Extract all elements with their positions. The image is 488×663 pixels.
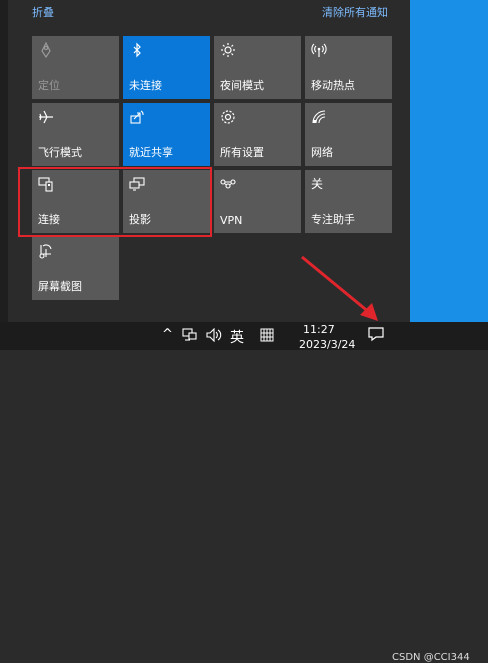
tile-bluetooth[interactable]: 未连接 <box>123 36 210 99</box>
clock-time[interactable]: 11:27 <box>303 323 335 336</box>
tile-night-light[interactable]: 夜间模式 <box>214 36 301 99</box>
network-icon <box>311 109 327 125</box>
taskbar: ^ 英 11:27 2023/3/24 CSDN @CCI344 <box>0 322 488 663</box>
tile-label: 就近共享 <box>129 146 173 159</box>
tile-vpn[interactable]: VPN <box>214 170 301 233</box>
tile-focus-assist[interactable]: 关 专注助手 <box>305 170 392 233</box>
clock-date[interactable]: 2023/3/24 <box>299 338 355 351</box>
location-icon <box>38 42 54 58</box>
tile-location[interactable]: 定位 <box>32 36 119 99</box>
tile-label: 所有设置 <box>220 146 264 159</box>
highlight-annotation-box <box>18 167 212 237</box>
bluetooth-icon <box>129 42 145 58</box>
ime-language-button[interactable]: 英 <box>230 327 244 347</box>
nearby-share-icon <box>129 109 145 125</box>
vpn-icon <box>220 176 236 192</box>
tile-mobile-hotspot[interactable]: 移动热点 <box>305 36 392 99</box>
tile-nearby-sharing[interactable]: 就近共享 <box>123 103 210 166</box>
tile-label: 屏幕截图 <box>38 280 82 293</box>
tile-label: VPN <box>220 214 243 227</box>
network-tray-icon[interactable] <box>182 328 198 342</box>
watermark-text: CSDN @CCI344 <box>392 652 470 663</box>
volume-tray-icon[interactable] <box>206 328 222 342</box>
tile-label: 网络 <box>311 146 333 159</box>
show-hidden-icons-button[interactable]: ^ <box>162 327 173 342</box>
action-center-panel: 折叠 清除所有通知 定位 未连接 夜间模式 移动热点 飞行模式 就近共享 所有设… <box>0 0 410 322</box>
tile-label: 未连接 <box>129 79 162 92</box>
tile-airplane-mode[interactable]: 飞行模式 <box>32 103 119 166</box>
clear-all-notifications-link[interactable]: 清除所有通知 <box>322 4 388 20</box>
tile-all-settings[interactable]: 所有设置 <box>214 103 301 166</box>
notification-center-icon[interactable] <box>368 326 384 342</box>
airplane-icon <box>38 109 54 125</box>
annotation-arrow-icon <box>301 255 378 321</box>
ime-mode-icon[interactable] <box>260 328 274 342</box>
tile-network[interactable]: 网络 <box>305 103 392 166</box>
tile-label: 夜间模式 <box>220 79 264 92</box>
tile-label: 专注助手 <box>311 213 355 226</box>
focus-assist-icon: 关 <box>311 177 324 191</box>
tile-screen-snip[interactable]: 屏幕截图 <box>32 237 119 300</box>
tile-label: 飞行模式 <box>38 146 82 159</box>
desktop-background <box>410 0 488 322</box>
tile-label: 定位 <box>38 79 60 92</box>
panel-edge <box>0 0 8 322</box>
screen-snip-icon <box>38 243 54 259</box>
brightness-icon <box>220 42 236 58</box>
collapse-link[interactable]: 折叠 <box>32 4 54 20</box>
gear-icon <box>220 109 236 125</box>
hotspot-icon <box>311 42 327 58</box>
tile-label: 移动热点 <box>311 79 355 92</box>
